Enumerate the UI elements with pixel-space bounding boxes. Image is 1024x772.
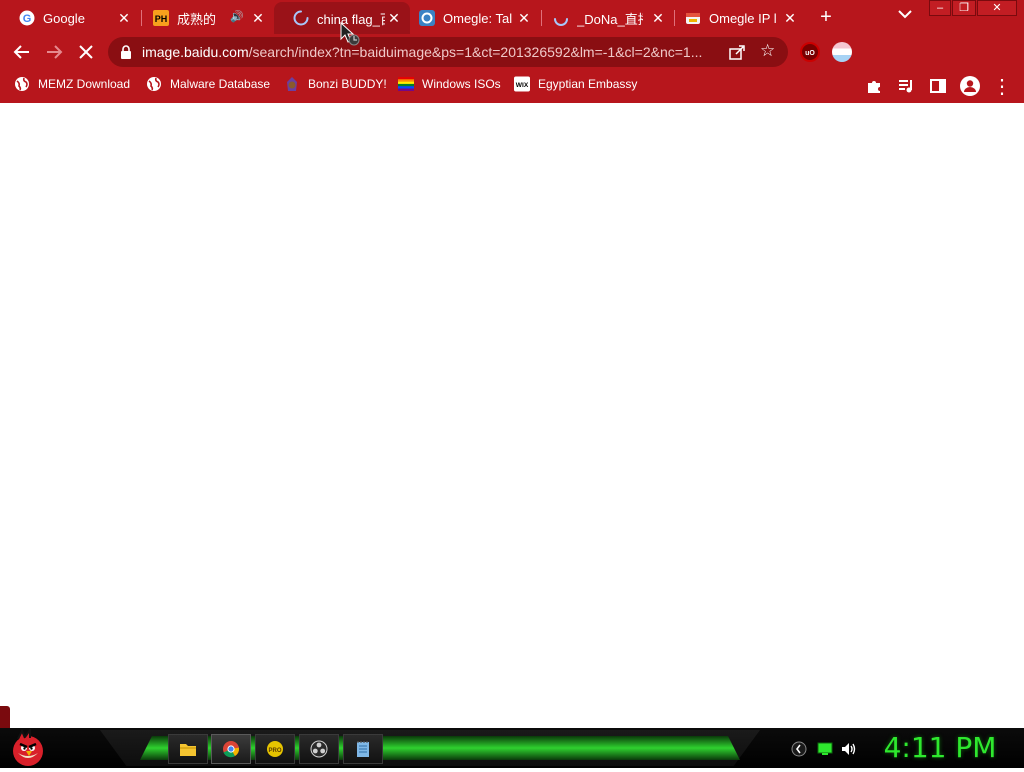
bookmark-star-icon[interactable]: ☆ [760,41,778,60]
new-tab-button[interactable]: + [815,6,837,28]
notepad-icon [357,741,369,757]
restore-button[interactable]: ❐ [952,0,976,16]
tab-search-button[interactable] [895,8,915,26]
tab-close-button[interactable]: ✕ [650,10,666,26]
page-content-area[interactable] [0,103,1024,728]
svg-text:PRO: PRO [268,748,281,754]
taskbar-obs[interactable] [299,734,339,764]
globe-icon [14,76,30,92]
google-icon: G [19,10,35,26]
loading-spinner-icon [553,10,569,26]
tab-close-button[interactable]: ✕ [782,10,798,26]
forward-button[interactable] [42,40,66,64]
tab-title: Google [43,10,85,26]
tab-title: 成熟的 [177,11,217,27]
bookmark-egyptian-embassy[interactable]: WIX Egyptian Embassy [514,75,637,93]
bonzi-icon [284,76,300,92]
volume-icon[interactable] [840,740,858,758]
tab-google[interactable]: G Google ✕ [0,2,140,34]
navigation-toolbar: image.baidu.com/search/index?tn=baiduima… [0,34,1024,98]
bookmark-label: Bonzi BUDDY! [308,77,387,91]
globe-icon [146,76,162,92]
svg-text:PH: PH [155,14,168,24]
desktop-corner-widget [0,706,10,728]
lock-icon[interactable] [120,45,132,59]
back-button[interactable] [10,40,34,64]
url-host: image.baidu.com [142,44,249,60]
bookmark-label: Windows ISOs [422,77,501,91]
tab-strip: G Google ✕ PH 成熟的 🔊 ✕ china flag_百 ✕ Ome… [0,0,1024,34]
obs-icon [310,740,328,758]
taskbar-file-explorer[interactable] [168,734,208,764]
ublock-origin-icon[interactable]: uO [800,42,820,62]
bookmark-label: MEMZ Download [38,77,131,91]
bookmark-windows-isos[interactable]: Windows ISOs [398,75,501,93]
share-icon[interactable] [728,43,746,61]
vpn-icon[interactable] [832,42,852,62]
bookmarks-bar: MEMZ Download Malware Database Bonzi BUD… [0,70,1024,98]
bookmark-bonzi-buddy[interactable]: Bonzi BUDDY! [284,75,387,93]
tab-close-button[interactable]: ✕ [116,10,132,26]
url-path: /search/index?tn=baiduimage&ps=1&ct=2013… [248,44,703,60]
file-explorer-icon [180,744,196,756]
arrow-left-icon [13,45,29,59]
taskbar-chrome[interactable] [211,734,251,764]
ph-icon: PH [153,10,169,26]
bookmark-label: Egyptian Embassy [538,77,638,91]
tab-close-button[interactable]: ✕ [250,10,266,26]
close-window-button[interactable]: ✕ [977,0,1017,16]
busy-cursor-icon [340,21,362,48]
taskbar-notepad[interactable] [343,734,383,764]
taskbar [0,728,1024,768]
angry-bird-start-icon[interactable] [10,726,46,767]
tab-omegle-ip[interactable]: Omegle IP lo ✕ [666,2,806,34]
wix-icon: WIX [514,76,530,92]
address-bar[interactable]: image.baidu.com/search/index?tn=baiduima… [108,37,788,67]
url-text[interactable]: image.baidu.com/search/index?tn=baiduima… [142,44,702,60]
network-icon[interactable] [816,740,834,758]
svg-text:WIX: WIX [516,82,529,89]
close-icon [79,45,93,59]
bookmark-malware-database[interactable]: Malware Database [146,75,270,93]
minimize-button[interactable]: – [929,0,951,16]
chrome-icon [223,741,240,758]
taskbar-clock[interactable]: 4:11 PM [880,731,1000,765]
tab-title: Omegle: Talk [443,10,513,26]
tab-ph[interactable]: PH 成熟的 🔊 ✕ [134,2,274,34]
rainbow-flag-icon [398,76,414,92]
loading-spinner-icon [293,10,309,26]
omegle-icon [419,10,435,26]
tab-dona[interactable]: _DoNa_直播 ✕ [534,2,674,34]
tab-close-button[interactable]: ✕ [516,10,532,26]
tab-title: Omegle IP lo [709,10,777,26]
bookmark-memz-download[interactable]: MEMZ Download [14,75,130,93]
stop-loading-button[interactable] [74,40,98,64]
svg-text:G: G [23,13,32,25]
bonzi-pro-icon: PRO [267,741,283,757]
omegle-ip-icon [685,10,701,26]
svg-text:uO: uO [805,50,815,57]
speaker-icon[interactable]: 🔊 [230,10,244,23]
chevron-down-icon [898,10,912,19]
tab-omegle[interactable]: Omegle: Talk ✕ [400,2,540,34]
taskbar-bonzi-pro[interactable]: PRO [255,734,295,764]
keyboard-layout-icon[interactable] [790,740,808,758]
tab-title: _DoNa_直播 [577,11,643,27]
bookmark-label: Malware Database [170,77,271,91]
arrow-right-icon [47,45,63,59]
